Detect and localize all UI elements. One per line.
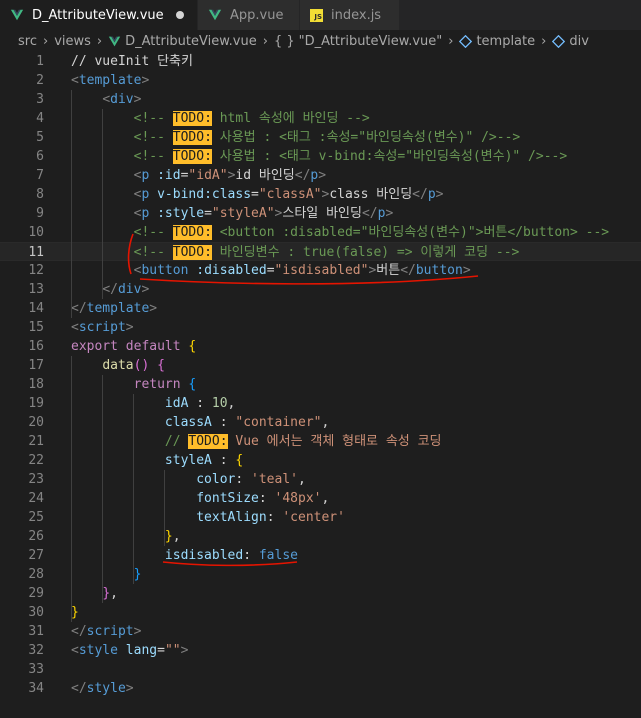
breadcrumb-item-template[interactable]: template: [476, 34, 535, 49]
breadcrumb-item-views[interactable]: views: [54, 34, 91, 49]
tab-index-js[interactable]: JS index.js: [300, 0, 400, 30]
chevron-right-icon: ›: [541, 33, 547, 49]
js-icon: JS: [310, 8, 323, 22]
tab-d-attributeview-vue[interactable]: D_AttributeView.vue: [0, 0, 198, 30]
breadcrumb: src › views › D_AttributeView.vue › { } …: [0, 30, 641, 52]
tab-label: App.vue: [230, 7, 284, 23]
red-annotation-marks: [127, 233, 479, 567]
element-icon: [552, 34, 566, 48]
breadcrumb-item-div[interactable]: div: [569, 34, 589, 49]
breadcrumb-item-module[interactable]: "D_AttributeView.vue": [299, 34, 443, 49]
vue-icon: [108, 35, 121, 48]
code-editor[interactable]: 34 </style> 33 32 <style lang=""> 31 </script>…: [0, 52, 641, 718]
chevron-right-icon: ›: [96, 33, 103, 49]
vue-icon: [10, 9, 24, 21]
chevron-right-icon: ›: [42, 33, 49, 49]
breadcrumb-item-file[interactable]: D_AttributeView.vue: [125, 34, 257, 49]
breadcrumb-item-src[interactable]: src: [18, 34, 37, 49]
braces-icon: { }: [273, 33, 295, 49]
unsaved-dot-icon[interactable]: [175, 11, 184, 19]
chevron-right-icon: ›: [262, 33, 268, 49]
tab-app-vue[interactable]: App.vue: [198, 0, 300, 30]
vue-icon: [208, 9, 222, 21]
tab-label: index.js: [331, 7, 382, 23]
chevron-right-icon: ›: [448, 33, 454, 49]
element-icon: [459, 34, 473, 48]
editor-tab-bar: D_AttributeView.vue App.vue JS index.js: [0, 0, 641, 30]
tab-label: D_AttributeView.vue: [32, 7, 164, 23]
